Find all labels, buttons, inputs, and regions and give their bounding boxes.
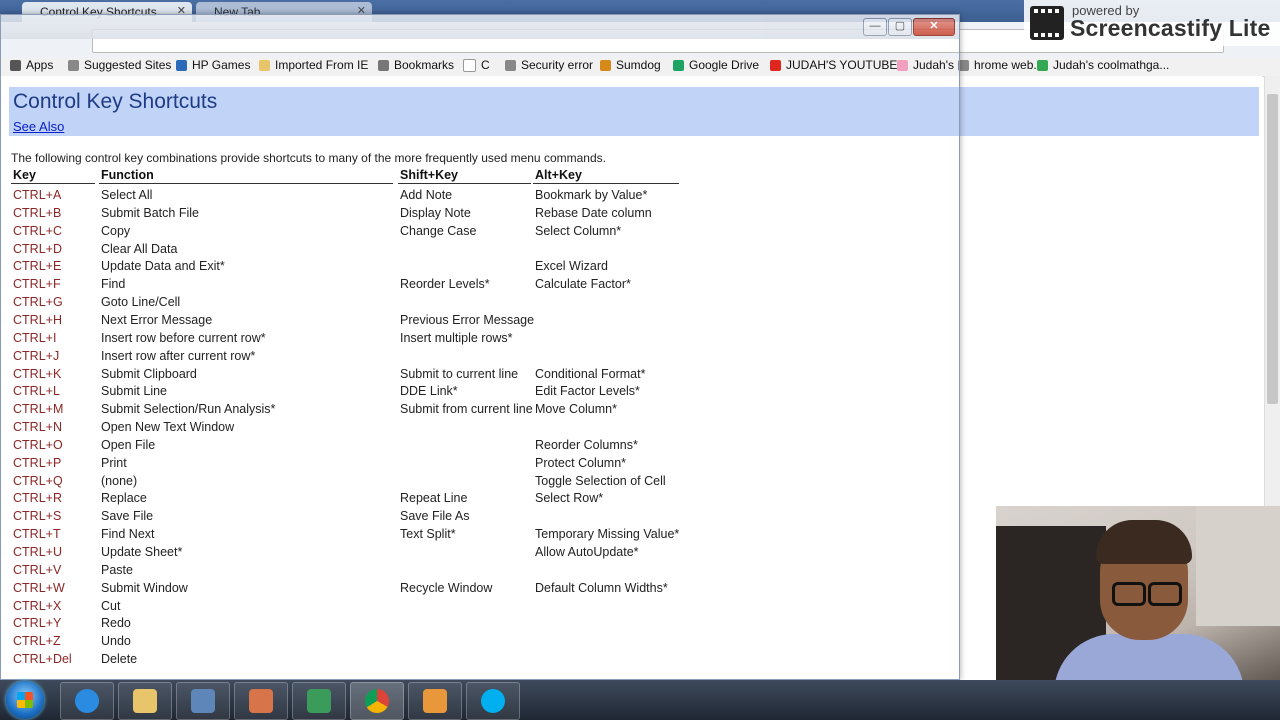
bookmark-label: Judah's coolmathga... [1053,58,1170,72]
chrome-icon [365,689,389,713]
webcam-person-hair [1096,520,1192,564]
paint-icon [249,689,273,713]
taskbar-paint[interactable] [234,682,288,720]
media-icon [191,689,215,713]
taskbar-file-explorer[interactable] [118,682,172,720]
taskbar-skype[interactable] [466,682,520,720]
chrome-web-icon [1037,59,1048,71]
bookmark-label: hrome web... [974,58,1044,72]
bookmark-item[interactable]: Judah's coolmathga... [1037,58,1169,72]
maximize-button[interactable]: ▢ [888,18,912,36]
start-button[interactable] [6,681,44,719]
taskbar-chrome[interactable] [350,682,404,720]
taskbar-hp[interactable] [292,682,346,720]
window-titlebar[interactable]: — ▢ ✕ [1,15,959,39]
webcam-background [1196,506,1280,626]
minimize-button[interactable]: — [863,18,887,36]
glasses-icon [1148,582,1182,606]
film-icon [1030,6,1064,40]
glasses-icon [1112,582,1146,606]
folder-icon [133,689,157,713]
internet-explorer-icon [75,689,99,713]
scrollbar-thumb[interactable] [1267,94,1278,404]
media-player-icon [423,689,447,713]
bookmark-item[interactable]: hrome web... [958,58,1043,72]
hp-icon [307,689,331,713]
taskbar-internet-explorer[interactable] [60,682,114,720]
watermark-name: Screencastify Lite [1070,15,1271,41]
windows-logo-icon [17,692,33,708]
taskbar-media[interactable] [176,682,230,720]
dragged-window-frame[interactable]: — ▢ ✕ [0,14,960,680]
skype-icon [481,689,505,713]
screencastify-watermark: powered by Screencastify Lite [1024,0,1280,46]
taskbar [0,680,1280,720]
taskbar-media-player[interactable] [408,682,462,720]
close-button[interactable]: ✕ [913,18,955,36]
